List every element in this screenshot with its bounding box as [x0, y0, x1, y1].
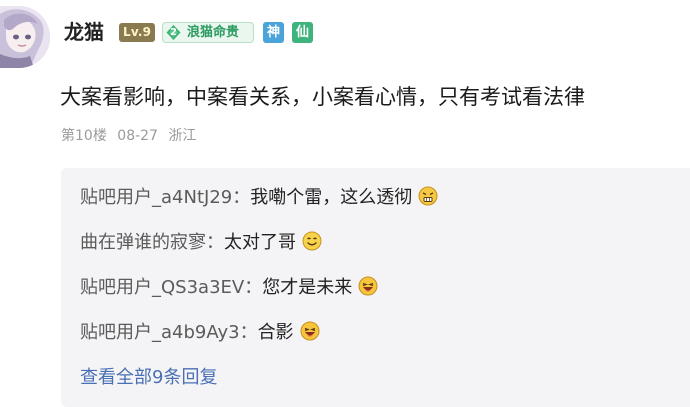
laugh-emoji-icon [300, 321, 320, 341]
laugh-emoji-icon [358, 276, 378, 296]
title-badge-number: 2 [170, 27, 177, 38]
reply-list: 贴吧用户_a4NtJ29：我嘞个雷，这么透彻 曲在弹谁的寂寥：太对了哥 贴吧用户… [61, 168, 690, 407]
reply-item[interactable]: 贴吧用户_QS3a3EV：您才是未来 [80, 276, 378, 300]
reply-item[interactable]: 贴吧用户_a4b9Ay3：合影 [80, 321, 320, 345]
grimace-emoji-icon [418, 186, 438, 206]
reply-item[interactable]: 曲在弹谁的寂寥：太对了哥 [80, 231, 322, 255]
reply-separator: ： [206, 232, 224, 253]
title-badge-label: 浪猫命贵 [187, 25, 240, 40]
reply-text: 我嘞个雷，这么透彻 [250, 187, 413, 208]
reply-item[interactable]: 贴吧用户_a4NtJ29：我嘞个雷，这么透彻 [80, 186, 438, 210]
reply-text: 太对了哥 [224, 232, 296, 253]
avatar[interactable] [0, 6, 50, 68]
reply-user[interactable]: 贴吧用户_QS3a3EV [80, 277, 244, 298]
post-card: 龙猫 Lv.9 2 浪猫命贵 神 仙 大案看影响，中案看关系，小案看心情，只有考… [0, 0, 690, 407]
smile-emoji-icon [302, 231, 322, 251]
post-meta: 第10楼 08-27 浙江 [61, 127, 202, 145]
reply-text: 合影 [257, 322, 294, 343]
author-name[interactable]: 龙猫 [64, 20, 104, 44]
reply-separator: ： [232, 187, 251, 208]
title-badge: 2 浪猫命贵 [162, 22, 254, 43]
post-location: 浙江 [168, 128, 197, 144]
reply-separator: ： [239, 322, 258, 343]
god-badge: 神 [263, 22, 284, 43]
avatar-image [0, 6, 50, 68]
floor-number: 第10楼 [61, 128, 107, 144]
reply-user[interactable]: 曲在弹谁的寂寥 [80, 232, 206, 253]
reply-text: 您才是未来 [262, 277, 353, 298]
post-date: 08-27 [117, 128, 158, 144]
level-badge: Lv.9 [119, 23, 156, 42]
post-content: 大案看影响，中案看关系，小案看心情，只有考试看法律 [60, 85, 585, 109]
view-all-replies-link[interactable]: 查看全部9条回复 [80, 366, 217, 390]
reply-separator: ： [244, 277, 263, 298]
reply-user[interactable]: 贴吧用户_a4NtJ29 [80, 187, 232, 208]
xian-badge: 仙 [292, 22, 313, 43]
reply-user[interactable]: 贴吧用户_a4b9Ay3 [80, 322, 240, 343]
